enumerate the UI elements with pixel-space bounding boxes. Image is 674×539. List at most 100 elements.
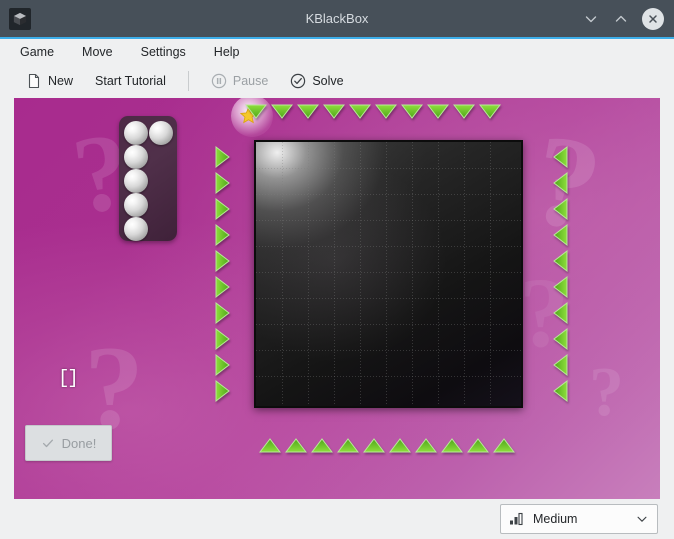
menu-item-game[interactable]: Game [16, 43, 58, 61]
decorative-question-mark: ? [589, 354, 624, 431]
check-icon [42, 439, 53, 448]
solve-button[interactable]: Solve [286, 70, 347, 92]
grid-line-v [308, 142, 309, 406]
grid-line-h [256, 324, 521, 325]
laser-arrow-bottom[interactable] [389, 438, 411, 454]
laser-arrow-left[interactable] [214, 328, 230, 350]
cursor-marker: [] [58, 367, 79, 389]
grid-line-v [282, 142, 283, 406]
laser-arrow-top[interactable] [479, 103, 501, 119]
game-area[interactable]: ? ? ? ? ? [] Done! [14, 98, 660, 499]
laser-arrow-top[interactable] [297, 103, 319, 119]
grid-line-h [256, 272, 521, 273]
tray-ball[interactable] [124, 217, 148, 241]
maximize-icon[interactable] [612, 10, 630, 28]
kblackbox-window: KBlackBox Game Move Settings Help New St… [0, 0, 674, 539]
pause-button[interactable]: Pause [207, 70, 272, 92]
minimize-icon[interactable] [582, 10, 600, 28]
laser-arrow-right[interactable] [553, 380, 569, 402]
toolbar-separator [187, 71, 189, 91]
laser-arrow-bottom[interactable] [441, 438, 463, 454]
tray-ball[interactable] [124, 121, 148, 145]
window-controls [582, 7, 664, 30]
grid-line-h [256, 298, 521, 299]
laser-arrow-top[interactable] [271, 103, 293, 119]
check-circle-icon [291, 73, 306, 89]
tray-ball[interactable] [149, 121, 173, 145]
grid-line-h [256, 376, 521, 377]
laser-arrow-right[interactable] [553, 354, 569, 376]
grid-line-h [256, 194, 521, 195]
done-button[interactable]: Done! [25, 425, 112, 461]
menubar: Game Move Settings Help [0, 39, 674, 64]
laser-arrow-top[interactable] [245, 103, 267, 119]
pause-label: Pause [232, 74, 269, 88]
laser-arrow-bottom[interactable] [363, 438, 385, 454]
grid-line-h [256, 350, 521, 351]
black-box-board[interactable] [254, 140, 523, 408]
laser-arrow-top[interactable] [349, 103, 371, 119]
menu-item-help[interactable]: Help [210, 43, 244, 61]
tray-ball[interactable] [124, 145, 148, 169]
laser-arrow-bottom[interactable] [493, 438, 515, 454]
difficulty-select[interactable]: Medium [500, 504, 658, 534]
laser-arrow-top[interactable] [375, 103, 397, 119]
laser-arrow-top[interactable] [427, 103, 449, 119]
new-game-label: New [48, 74, 74, 88]
laser-arrow-left[interactable] [214, 250, 230, 272]
start-tutorial-button[interactable]: Start Tutorial [91, 71, 170, 91]
laser-arrow-top[interactable] [453, 103, 475, 119]
new-game-button[interactable]: New [22, 70, 77, 92]
laser-arrow-left[interactable] [214, 198, 230, 220]
ball-tray[interactable] [119, 116, 177, 241]
laser-arrow-left[interactable] [214, 354, 230, 376]
laser-arrow-right[interactable] [553, 146, 569, 168]
laser-arrow-right[interactable] [553, 172, 569, 194]
laser-arrow-right[interactable] [553, 302, 569, 324]
grid-line-v [490, 142, 491, 406]
close-icon[interactable] [642, 7, 664, 30]
menu-item-move[interactable]: Move [78, 43, 117, 61]
laser-arrow-left[interactable] [214, 146, 230, 168]
laser-arrow-bottom[interactable] [285, 438, 307, 454]
menu-item-settings[interactable]: Settings [137, 43, 190, 61]
board-grid [256, 142, 521, 406]
grid-line-v [438, 142, 439, 406]
laser-arrow-left[interactable] [214, 276, 230, 298]
bars-icon [510, 512, 523, 526]
laser-arrow-right[interactable] [553, 328, 569, 350]
difficulty-value: Medium [533, 512, 578, 526]
laser-arrow-left[interactable] [214, 380, 230, 402]
toolbar: New Start Tutorial Pause Solve [0, 64, 674, 98]
laser-arrow-bottom[interactable] [337, 438, 359, 454]
laser-arrow-bottom[interactable] [311, 438, 333, 454]
grid-line-v [412, 142, 413, 406]
solve-label: Solve [312, 74, 344, 88]
grid-line-h [256, 168, 521, 169]
laser-arrow-left[interactable] [214, 302, 230, 324]
tray-ball[interactable] [124, 193, 148, 217]
grid-line-v [360, 142, 361, 406]
grid-line-v [334, 142, 335, 406]
tray-ball[interactable] [124, 169, 148, 193]
laser-arrow-left[interactable] [214, 172, 230, 194]
pause-icon [211, 73, 227, 89]
grid-line-h [256, 220, 521, 221]
grid-line-v [464, 142, 465, 406]
laser-arrow-right[interactable] [553, 198, 569, 220]
statusbar: Medium [0, 499, 674, 539]
laser-arrow-bottom[interactable] [415, 438, 437, 454]
laser-arrow-bottom[interactable] [467, 438, 489, 454]
laser-arrow-left[interactable] [214, 224, 230, 246]
titlebar: KBlackBox [0, 0, 674, 39]
done-button-label: Done! [61, 435, 97, 451]
chevron-down-icon [637, 516, 647, 522]
laser-arrow-right[interactable] [553, 276, 569, 298]
window-title: KBlackBox [305, 11, 369, 26]
laser-arrow-top[interactable] [323, 103, 345, 119]
laser-arrow-right[interactable] [553, 224, 569, 246]
laser-arrow-right[interactable] [553, 250, 569, 272]
laser-arrow-bottom[interactable] [259, 438, 281, 454]
cube-icon [9, 7, 31, 30]
laser-arrow-top[interactable] [401, 103, 423, 119]
